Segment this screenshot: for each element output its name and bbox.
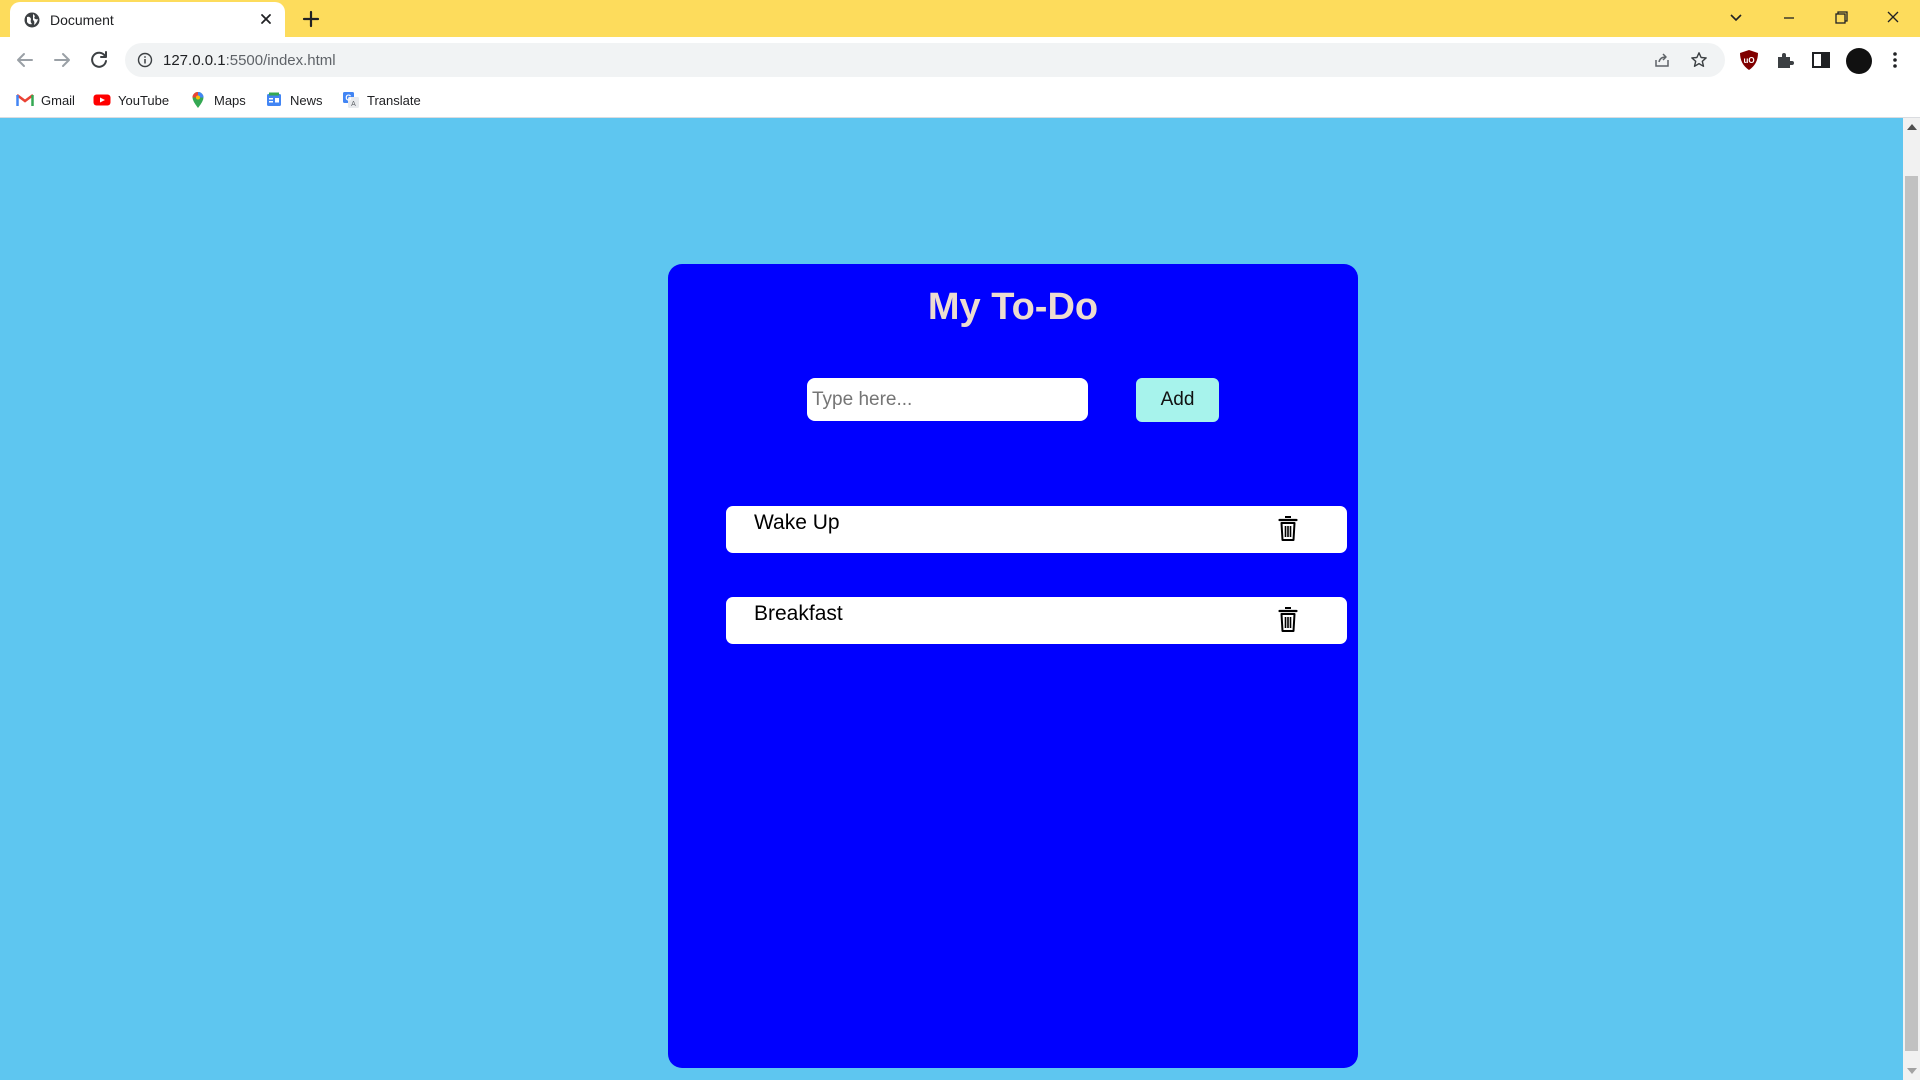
site-info-icon[interactable] [137,52,153,68]
url-host: 127.0.0.1 [163,52,226,69]
minimize-icon[interactable] [1776,6,1802,30]
browser-tab-strip: Document [0,0,1920,37]
page-title: My To-Do [927,286,1099,328]
scroll-thumb[interactable] [1905,176,1918,1051]
todo-input[interactable] [807,378,1088,421]
globe-icon [24,12,40,28]
bookmark-label: News [290,92,323,108]
tab-search-icon[interactable] [1723,6,1749,30]
ublock-extension-icon[interactable]: uO [1738,49,1760,71]
new-tab-icon[interactable] [300,8,322,30]
todo-item: Breakfast [726,597,1347,644]
forward-icon[interactable] [49,47,75,73]
trash-icon[interactable] [1276,605,1300,633]
browser-tab[interactable]: Document [10,2,285,37]
restore-icon[interactable] [1828,6,1854,30]
bookmark-label: Translate [367,92,421,108]
close-tab-icon[interactable] [257,10,275,28]
reload-icon[interactable] [86,47,112,73]
todo-item: Wake Up [726,506,1347,553]
side-panel-icon[interactable] [1810,49,1832,71]
svg-text:A: A [351,101,356,108]
bookmark-youtube[interactable]: YouTube [93,90,169,110]
svg-text:uO: uO [1743,56,1754,65]
maps-icon [192,92,204,108]
bookmarks-bar: Gmail YouTube Maps News G A Translate [0,82,1920,118]
url-text: 127.0.0.1:5500/index.html [163,52,336,69]
todo-text: Breakfast [754,602,843,625]
youtube-icon [93,94,111,106]
bookmark-maps[interactable]: Maps [189,90,246,110]
bookmark-label: Maps [214,92,246,108]
trash-icon[interactable] [1276,514,1300,542]
scroll-up-arrow-icon[interactable] [1907,124,1917,130]
todo-text: Wake Up [754,511,840,534]
bookmark-star-icon[interactable] [1690,51,1708,69]
back-icon[interactable] [12,47,38,73]
bookmark-label: Gmail [41,92,75,108]
url-path: :5500/index.html [225,52,336,69]
scroll-down-arrow-icon[interactable] [1907,1068,1917,1074]
bookmark-news[interactable]: News [265,90,323,110]
address-bar[interactable]: 127.0.0.1:5500/index.html [125,43,1725,77]
bookmark-translate[interactable]: G A Translate [342,90,421,110]
bookmark-label: YouTube [118,92,170,108]
translate-icon: G A [343,92,359,108]
browser-toolbar: 127.0.0.1:5500/index.html uO [0,37,1920,82]
add-button[interactable]: Add [1136,378,1219,422]
close-window-icon[interactable] [1880,6,1906,30]
page-scrollbar[interactable] [1903,118,1920,1080]
gmail-icon [16,94,34,106]
news-icon [267,92,281,106]
tab-title: Document [50,12,114,28]
more-menu-icon[interactable] [1884,49,1906,71]
profile-avatar[interactable] [1846,48,1872,74]
todo-card: My To-Do Add Wake Up Breakfast [668,264,1358,1068]
bookmark-gmail[interactable]: Gmail [16,90,75,110]
extensions-puzzle-icon[interactable] [1774,49,1796,71]
share-icon[interactable] [1653,51,1671,69]
